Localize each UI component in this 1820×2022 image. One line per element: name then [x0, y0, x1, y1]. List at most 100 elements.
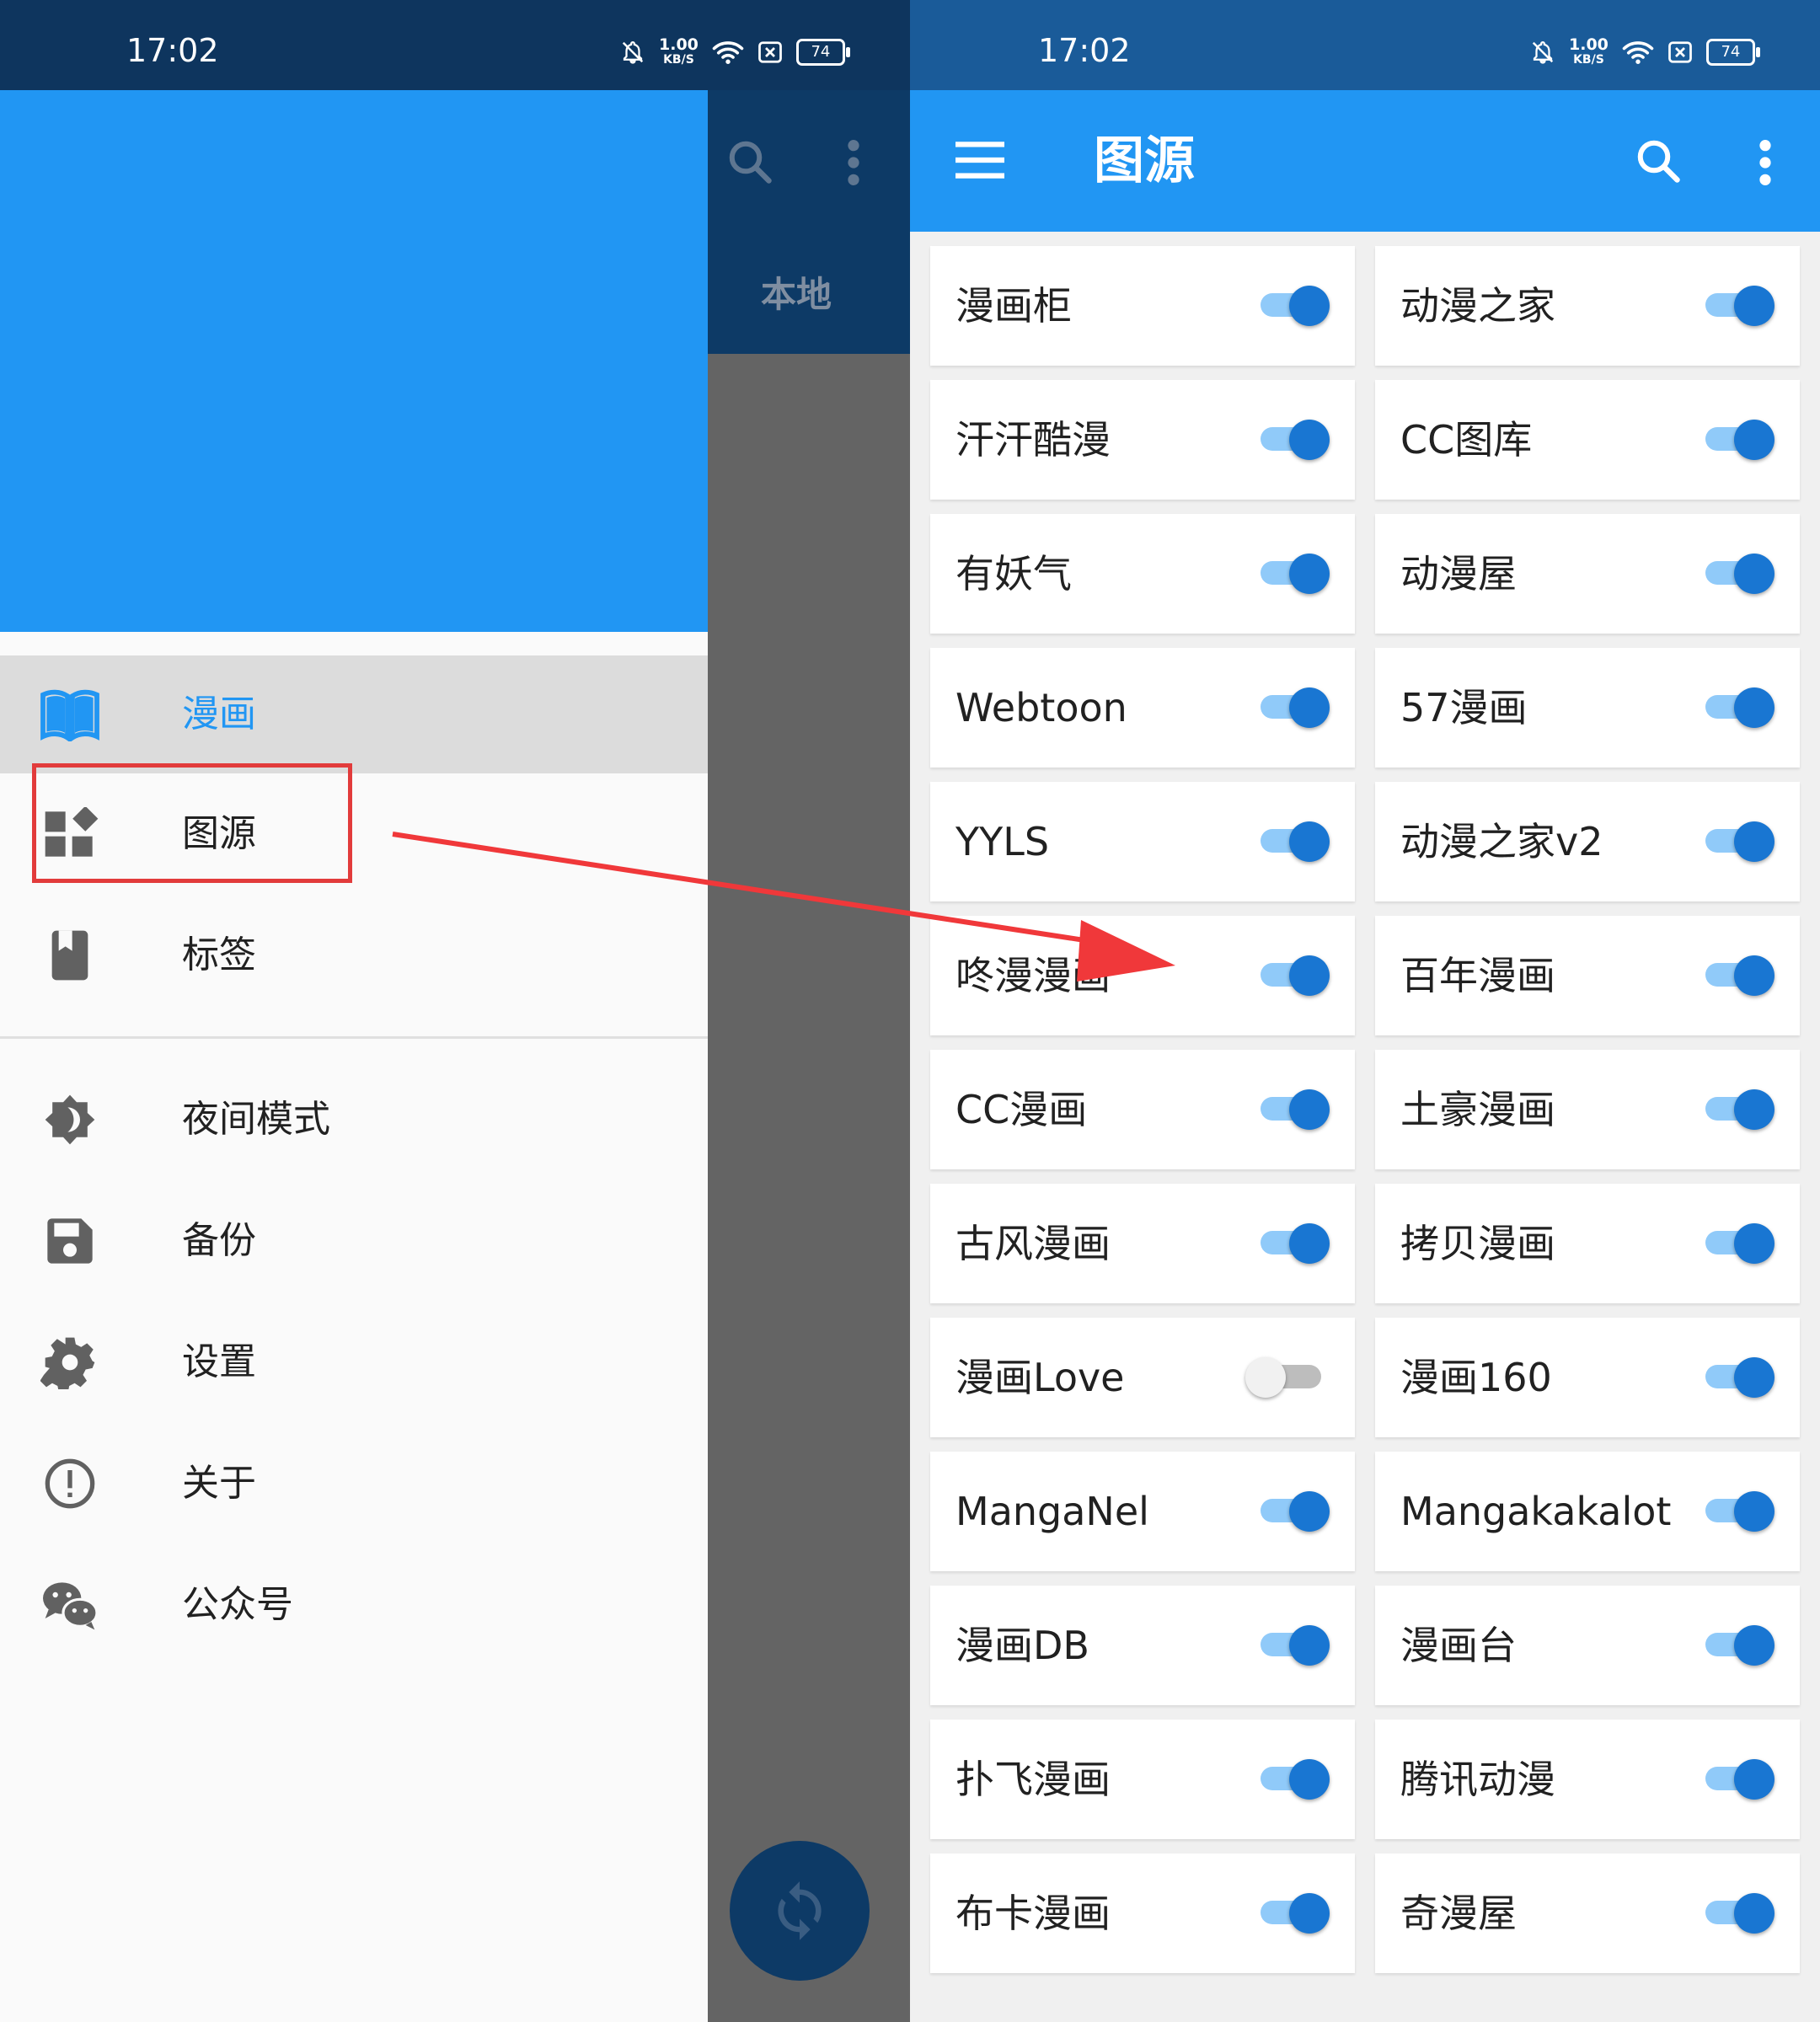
source-card[interactable]: Mangakakalot — [1375, 1452, 1800, 1571]
nav-label: 关于 — [182, 1462, 256, 1505]
page-title: 图源 — [1094, 131, 1195, 190]
source-card[interactable]: 动漫屋 — [1375, 514, 1800, 634]
menu-icon[interactable] — [956, 141, 1004, 179]
source-toggle[interactable] — [1261, 1223, 1330, 1264]
net-speed: 1.00 KB/S — [659, 35, 699, 67]
source-name: YYLS — [956, 819, 1050, 864]
source-card[interactable]: 动漫之家 — [1375, 246, 1800, 366]
nav-item-tags[interactable]: 标签 — [0, 896, 708, 1014]
source-card[interactable]: 漫画台 — [1375, 1586, 1800, 1705]
source-card[interactable]: CC图库 — [1375, 380, 1800, 500]
toggle-thumb — [1734, 955, 1774, 996]
source-toggle[interactable] — [1705, 286, 1774, 326]
source-name: 土豪漫画 — [1400, 1087, 1555, 1132]
source-card[interactable]: 百年漫画 — [1375, 916, 1800, 1035]
source-card[interactable]: 动漫之家v2 — [1375, 782, 1800, 901]
brightness-icon — [45, 1094, 95, 1145]
source-toggle[interactable] — [1705, 1223, 1774, 1264]
source-card[interactable]: Webtoon — [930, 648, 1355, 768]
source-toggle[interactable] — [1705, 1625, 1774, 1666]
toggle-thumb — [1734, 687, 1774, 728]
source-name: 漫画台 — [1400, 1623, 1517, 1668]
source-card[interactable]: 漫画Love — [930, 1318, 1355, 1437]
toggle-thumb — [1734, 554, 1774, 594]
source-toggle[interactable] — [1705, 554, 1774, 594]
source-toggle[interactable] — [1261, 1893, 1330, 1934]
source-card[interactable]: 扑飞漫画 — [930, 1720, 1355, 1839]
source-card[interactable]: 奇漫屋 — [1375, 1854, 1800, 1973]
source-card[interactable]: 布卡漫画 — [930, 1854, 1355, 1973]
status-bar: 17:02 1.00 KB/S 74 — [910, 0, 1820, 90]
search-icon[interactable] — [1633, 136, 1684, 186]
source-card[interactable]: 有妖气 — [930, 514, 1355, 634]
source-toggle[interactable] — [1705, 821, 1774, 862]
toggle-thumb — [1734, 420, 1774, 460]
source-name: 百年漫画 — [1400, 953, 1555, 998]
source-toggle[interactable] — [1261, 1625, 1330, 1666]
source-toggle[interactable] — [1705, 1491, 1774, 1532]
scrim[interactable] — [708, 354, 910, 2022]
source-card[interactable]: 拷贝漫画 — [1375, 1184, 1800, 1303]
nav-item-comics[interactable]: 漫画 — [0, 655, 708, 773]
nav-item-settings[interactable]: 设置 — [0, 1303, 708, 1421]
toggle-thumb — [1289, 821, 1330, 862]
nav-label: 公众号 — [182, 1583, 293, 1626]
nav-item-backup[interactable]: 备份 — [0, 1182, 708, 1300]
source-name: 汗汗酷漫 — [956, 417, 1111, 463]
source-name: 漫画DB — [956, 1623, 1089, 1668]
source-toggle[interactable] — [1261, 821, 1330, 862]
source-name: 动漫之家 — [1400, 283, 1555, 329]
toggle-thumb — [1289, 1625, 1330, 1666]
source-name: 57漫画 — [1400, 685, 1528, 730]
source-toggle[interactable] — [1261, 1491, 1330, 1532]
source-toggle[interactable] — [1261, 420, 1330, 460]
nav-item-night-mode[interactable]: 夜间模式 — [0, 1061, 708, 1179]
source-name: 咚漫漫画 — [956, 953, 1111, 998]
nav-label: 设置 — [182, 1340, 256, 1383]
source-card[interactable]: 漫画DB — [930, 1586, 1355, 1705]
source-toggle[interactable] — [1705, 420, 1774, 460]
source-toggle[interactable] — [1705, 955, 1774, 996]
sim-icon — [1668, 41, 1692, 63]
source-card[interactable]: 漫画160 — [1375, 1318, 1800, 1437]
save-icon — [47, 1218, 93, 1264]
source-card[interactable]: 咚漫漫画 — [930, 916, 1355, 1035]
source-toggle[interactable] — [1261, 286, 1330, 326]
info-icon — [45, 1458, 95, 1509]
source-toggle[interactable] — [1261, 1759, 1330, 1800]
source-card[interactable]: 土豪漫画 — [1375, 1050, 1800, 1169]
source-toggle[interactable] — [1261, 554, 1330, 594]
source-card[interactable]: 汗汗酷漫 — [930, 380, 1355, 500]
more-vert-icon[interactable] — [1758, 139, 1772, 186]
source-card[interactable]: 漫画柜 — [930, 246, 1355, 366]
source-toggle[interactable] — [1245, 1357, 1321, 1398]
toggle-thumb — [1289, 1491, 1330, 1532]
source-card[interactable]: CC漫画 — [930, 1050, 1355, 1169]
nav-label: 标签 — [182, 933, 256, 976]
source-name: 奇漫屋 — [1400, 1891, 1517, 1936]
source-card[interactable]: YYLS — [930, 782, 1355, 901]
wechat-icon — [43, 1582, 99, 1630]
source-toggle[interactable] — [1261, 687, 1330, 728]
source-toggle[interactable] — [1705, 1357, 1774, 1398]
source-toggle[interactable] — [1705, 687, 1774, 728]
source-card[interactable]: 57漫画 — [1375, 648, 1800, 768]
source-card[interactable]: MangaNel — [930, 1452, 1355, 1571]
source-toggle[interactable] — [1261, 955, 1330, 996]
bookmark-icon — [51, 930, 88, 981]
sim-icon — [758, 41, 782, 63]
source-card[interactable]: 古风漫画 — [930, 1184, 1355, 1303]
toggle-thumb — [1289, 1759, 1330, 1800]
toggle-thumb — [1289, 1223, 1330, 1264]
source-name: 腾讯动漫 — [1400, 1757, 1555, 1802]
source-toggle[interactable] — [1705, 1089, 1774, 1130]
sync-icon — [778, 1881, 822, 1940]
nav-item-wechat[interactable]: 公众号 — [0, 1546, 708, 1664]
nav-item-about[interactable]: 关于 — [0, 1425, 708, 1543]
status-icons: 1.00 KB/S 74 — [620, 35, 850, 67]
source-toggle[interactable] — [1705, 1893, 1774, 1934]
sync-fab[interactable] — [730, 1841, 870, 1981]
source-card[interactable]: 腾讯动漫 — [1375, 1720, 1800, 1839]
source-toggle[interactable] — [1705, 1759, 1774, 1800]
source-toggle[interactable] — [1261, 1089, 1330, 1130]
